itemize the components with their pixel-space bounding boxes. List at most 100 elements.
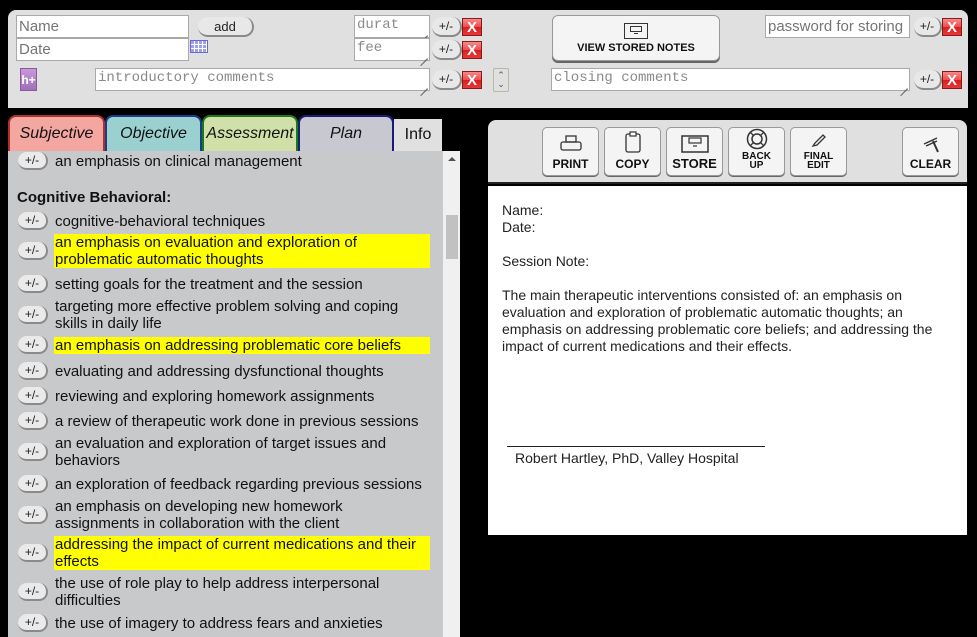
top-panel: add h+ durat +/- X fee +/- X introductor… — [8, 10, 968, 108]
final-label-2: EDIT — [807, 160, 830, 171]
backup-button[interactable]: BACK UP — [728, 127, 785, 176]
list-item-text[interactable]: a review of therapeutic work done in pre… — [54, 413, 430, 430]
list-item: +/- an emphasis on evaluation and explora… — [18, 234, 430, 268]
toggle-button[interactable]: +/- — [18, 412, 48, 430]
list-item: +/- reviewing and exploring homework assi… — [18, 387, 430, 405]
closing-toggle-button[interactable]: +/- — [914, 70, 942, 90]
store-button[interactable]: STORE — [666, 127, 723, 176]
toggle-button[interactable]: +/- — [18, 387, 48, 405]
list-item-text[interactable]: reviewing and exploring homework assignm… — [54, 388, 430, 405]
tab-plan[interactable]: Plan — [298, 115, 394, 151]
duration-remove-button[interactable]: X — [462, 18, 482, 36]
intro-placeholder: introductory comments — [98, 70, 275, 86]
tab-info[interactable]: Info — [394, 119, 442, 151]
session-note-document[interactable]: Name: Date: Session Note: The main thera… — [488, 186, 967, 535]
list-item-text[interactable]: the use of role play to help address int… — [54, 575, 430, 609]
list-item: +/- cognitive-behavioral techniques — [18, 212, 430, 230]
hplus-icon[interactable]: h+ — [20, 68, 37, 91]
view-stored-notes-button[interactable]: VIEW STORED NOTES — [552, 15, 720, 61]
toggle-button[interactable]: +/- — [18, 506, 48, 524]
printer-icon — [559, 135, 582, 151]
chevron-down-icon[interactable]: ⌄ — [497, 80, 505, 89]
toggle-button[interactable]: +/- — [18, 152, 48, 170]
tab-assessment[interactable]: Assessment — [202, 115, 298, 151]
toggle-button[interactable]: +/- — [18, 306, 48, 324]
scroll-up-icon[interactable] — [448, 157, 456, 161]
list-item-text[interactable]: an emphasis on addressing problematic co… — [54, 336, 430, 354]
print-label: PRINT — [552, 157, 589, 171]
list-item-text[interactable]: setting goals for the treatment and the … — [54, 276, 430, 293]
list-item: +/- an emphasis on clinical management — [18, 152, 430, 170]
squeegee-icon — [923, 137, 939, 153]
list-scrollbar[interactable] — [443, 151, 460, 637]
pencil-icon — [811, 134, 826, 148]
resize-grip-icon[interactable] — [420, 28, 428, 36]
session-note-body: The main therapeutic interventions consi… — [502, 287, 933, 354]
closing-placeholder: closing comments — [554, 70, 689, 86]
toggle-button[interactable]: +/- — [18, 336, 48, 354]
scroll-thumb[interactable] — [446, 215, 458, 259]
add-button[interactable]: add — [198, 17, 254, 37]
view-stored-label: VIEW STORED NOTES — [577, 41, 695, 54]
closing-comments-input[interactable]: closing comments — [551, 68, 910, 91]
duration-placeholder: durat — [357, 17, 400, 33]
toggle-button[interactable]: +/- — [18, 583, 48, 601]
list-item-text[interactable]: an emphasis on evaluation and exploratio… — [54, 234, 430, 268]
toggle-button[interactable]: +/- — [18, 544, 48, 562]
list-item-text[interactable]: an evaluation and exploration of target … — [54, 435, 430, 469]
list-item-text[interactable]: cognitive-behavioral techniques — [54, 213, 430, 230]
list-item-text[interactable]: an emphasis on developing new homework a… — [54, 498, 430, 532]
toggle-button[interactable]: +/- — [18, 275, 48, 293]
clipboard-icon — [624, 131, 641, 153]
duration-input[interactable]: durat — [354, 15, 430, 38]
copy-button[interactable]: COPY — [604, 127, 661, 176]
list-item-text[interactable]: evaluating and addressing dysfunctional … — [54, 363, 430, 380]
list-item: +/- a review of therapeutic work done in … — [18, 412, 430, 430]
intro-toggle-button[interactable]: +/- — [432, 70, 462, 90]
soap-tabs: Subjective Objective Assessment Plan Inf… — [8, 115, 442, 151]
calendar-icon[interactable] — [190, 40, 208, 53]
note-name-line: Name: — [502, 202, 544, 218]
fee-remove-button[interactable]: X — [462, 41, 482, 59]
toggle-button[interactable]: +/- — [18, 362, 48, 380]
toggle-button[interactable]: +/- — [18, 212, 48, 230]
intro-remove-button[interactable]: X — [462, 71, 482, 89]
toggle-button[interactable]: +/- — [18, 614, 48, 632]
tab-objective[interactable]: Objective — [105, 115, 202, 151]
toggle-button[interactable]: +/- — [18, 443, 48, 461]
date-input[interactable] — [16, 38, 189, 61]
list-item-text[interactable]: an emphasis on clinical management — [54, 153, 430, 170]
clear-button[interactable]: CLEAR — [902, 127, 959, 176]
list-item-text[interactable]: the use of imagery to address fears and … — [54, 615, 430, 632]
session-note-label: Session Note: — [502, 253, 590, 269]
intro-comments-input[interactable]: introductory comments — [95, 68, 430, 91]
list-item-text[interactable]: targeting more effective problem solving… — [54, 298, 430, 332]
password-toggle-button[interactable]: +/- — [914, 17, 942, 37]
print-button[interactable]: PRINT — [542, 127, 599, 176]
reorder-stepper[interactable]: ⌃ ⌄ — [493, 68, 509, 92]
list-item: +/- setting goals for the treatment and t… — [18, 275, 430, 293]
resize-grip-icon[interactable] — [420, 51, 428, 59]
toggle-button[interactable]: +/- — [18, 242, 48, 260]
final-edit-button[interactable]: FINAL EDIT — [790, 127, 847, 176]
fee-input[interactable]: fee — [354, 38, 430, 61]
copy-label: COPY — [615, 157, 650, 171]
fee-placeholder: fee — [357, 40, 383, 56]
closing-remove-button[interactable]: X — [942, 71, 962, 89]
list-item: +/- an evaluation and exploration of targ… — [18, 435, 430, 469]
list-item-text[interactable]: addressing the impact of current medicat… — [54, 536, 430, 570]
fee-toggle-button[interactable]: +/- — [432, 40, 462, 60]
list-item-text[interactable]: an exploration of feedback regarding pre… — [54, 476, 430, 493]
resize-grip-icon[interactable] — [420, 81, 428, 89]
password-remove-button[interactable]: X — [942, 18, 962, 36]
note-date-line: Date: — [502, 219, 536, 235]
list-item: +/- addressing the impact of current medi… — [18, 536, 430, 570]
name-input[interactable] — [16, 15, 189, 38]
section-heading: Cognitive Behavioral: — [17, 189, 172, 206]
duration-toggle-button[interactable]: +/- — [432, 17, 462, 37]
tab-subjective[interactable]: Subjective — [8, 115, 105, 151]
list-item: +/- evaluating and addressing dysfunction… — [18, 362, 430, 380]
resize-grip-icon[interactable] — [900, 81, 908, 89]
password-input[interactable] — [765, 15, 910, 38]
toggle-button[interactable]: +/- — [18, 475, 48, 493]
